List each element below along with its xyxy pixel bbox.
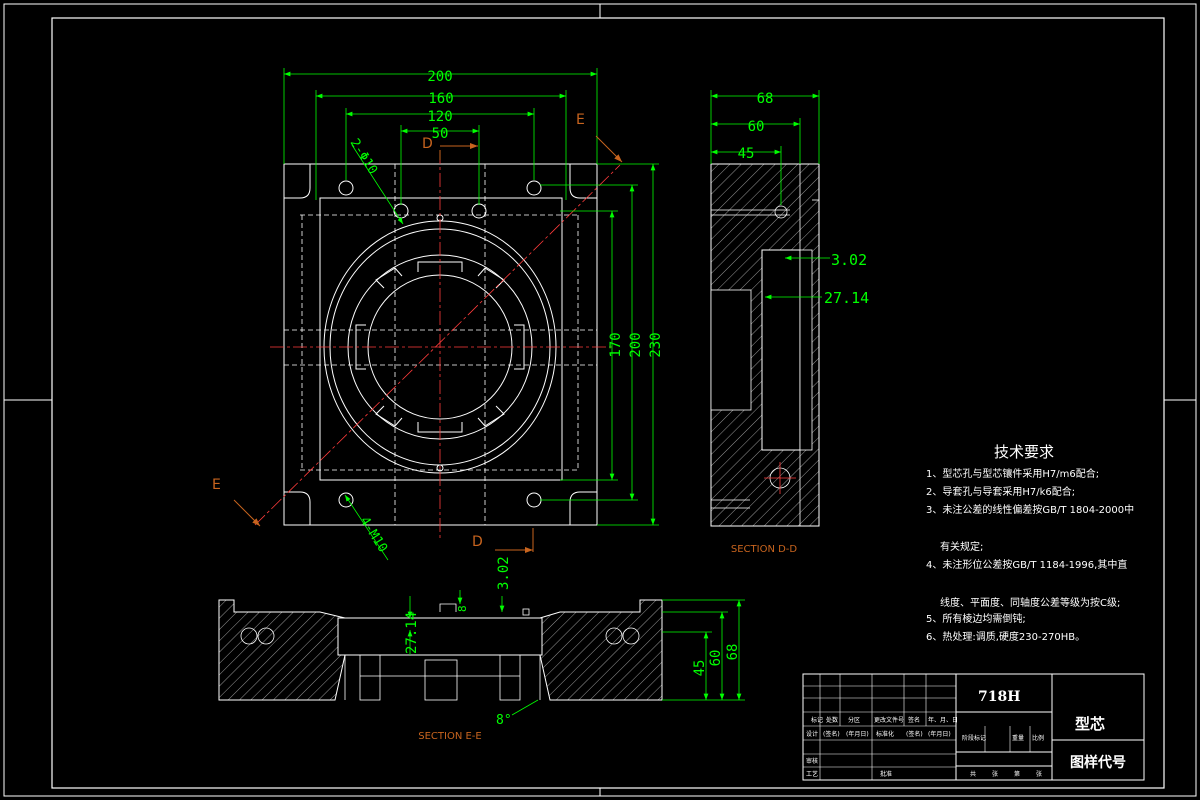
ee-dim-45: 45 bbox=[692, 660, 708, 677]
dd-dim-27-14: 27.14 bbox=[824, 289, 869, 307]
row-label: 签名 bbox=[908, 716, 920, 724]
design-label: (签名) bbox=[823, 730, 840, 738]
process-label: 工艺 bbox=[806, 770, 818, 778]
dd-dim-60: 60 bbox=[748, 119, 765, 135]
dd-dim-45: 45 bbox=[738, 146, 755, 162]
section-marker-e-bottom: E bbox=[212, 477, 221, 493]
title-block: 718H 型芯 图样代号 标记 处数 分区 更改文件号 签名 年、月、日 设计 … bbox=[802, 673, 1145, 781]
ee-dim-27-14: 27.14 bbox=[404, 612, 420, 654]
design-label: (签名) bbox=[906, 730, 923, 738]
dim-200-vertical: 200 bbox=[628, 332, 644, 357]
tech-req-line: 3、未注公差的线性偏差按GB/T 1804-2000中 bbox=[926, 503, 1134, 516]
section-dd-title: SECTION D-D bbox=[731, 544, 798, 555]
cad-drawing: 200 160 120 50 2-Φ10 4-M10 170 200 230 D… bbox=[3, 3, 1197, 797]
ee-dim-angle: 8° bbox=[496, 713, 512, 728]
tech-req-line: 4、未注形位公差按GB/T 1184-1996,其中直 bbox=[926, 558, 1127, 571]
section-marker-d-bottom: D bbox=[472, 534, 483, 550]
section-marker-e-top: E bbox=[576, 112, 585, 128]
dim-4-m10: 4-M10 bbox=[357, 514, 390, 555]
row-label: 处数 bbox=[826, 716, 838, 724]
part-name: 型芯 bbox=[1075, 715, 1105, 733]
dim-230: 230 bbox=[648, 332, 664, 357]
check-label: 审核 bbox=[806, 757, 818, 765]
top-view: 200 160 120 50 2-Φ10 4-M10 170 200 230 D… bbox=[212, 68, 664, 561]
sheet-label: 张 bbox=[992, 770, 998, 778]
ee-dim-60: 60 bbox=[708, 650, 724, 667]
dim-50: 50 bbox=[432, 126, 449, 142]
stage-label: 阶段标记 bbox=[962, 734, 986, 742]
design-label: (年月日) bbox=[928, 730, 951, 738]
row-label: 年、月、日 bbox=[928, 716, 958, 724]
sheet-label: 张 bbox=[1036, 770, 1042, 778]
sheet-label: 共 bbox=[970, 770, 976, 778]
row-label: 标记 bbox=[811, 716, 823, 724]
tech-req-line: 1、型芯孔与型芯镶件采用H7/m6配合; bbox=[926, 467, 1099, 480]
dim-200: 200 bbox=[427, 69, 452, 85]
drawing-code: 图样代号 bbox=[1070, 754, 1126, 771]
approve-label: 批准 bbox=[880, 770, 892, 778]
tech-req-line: 5、所有棱边均需倒钝; bbox=[926, 612, 1026, 625]
section-ee-view: 27.14 3.02 8 45 60 68 8° SECTION E-E bbox=[218, 556, 745, 742]
design-label: (年月日) bbox=[846, 730, 869, 738]
dim-2-phi10: 2-Φ10 bbox=[347, 136, 380, 177]
stage-label: 比例 bbox=[1032, 734, 1044, 742]
section-marker-d-top: D bbox=[422, 136, 433, 152]
row-label: 分区 bbox=[848, 716, 860, 724]
design-label: 标准化 bbox=[876, 730, 894, 738]
dd-dim-68: 68 bbox=[757, 91, 774, 107]
dd-dim-3-02: 3.02 bbox=[831, 251, 867, 269]
ee-dim-68: 68 bbox=[725, 644, 741, 661]
ee-dim-3-02: 3.02 bbox=[496, 556, 512, 590]
dim-120: 120 bbox=[427, 109, 452, 125]
technical-requirements: 技术要求 1、型芯孔与型芯镶件采用H7/m6配合; 2、导套孔与导套采用H7/k… bbox=[926, 443, 1134, 643]
tech-req-line: 线度、平面度、同轴度公差等级为按C级; bbox=[940, 596, 1120, 609]
tech-req-line: 有关规定; bbox=[940, 540, 983, 553]
section-dd-view: 68 60 45 3.02 27.14 SECTION D-D bbox=[710, 90, 869, 555]
material-label: 718H bbox=[978, 689, 1020, 705]
section-ee-title: SECTION E-E bbox=[418, 731, 481, 742]
design-label: 设计 bbox=[806, 730, 818, 738]
tech-req-title: 技术要求 bbox=[994, 443, 1054, 461]
sheet-label: 第 bbox=[1014, 770, 1020, 778]
tech-req-line: 6、热处理:调质,硬度230-270HB。 bbox=[926, 630, 1085, 643]
dim-170: 170 bbox=[608, 332, 624, 357]
dim-160: 160 bbox=[428, 91, 453, 107]
stage-label: 重量 bbox=[1012, 734, 1024, 742]
ee-dim-small: 8 bbox=[456, 605, 469, 612]
tech-req-line: 2、导套孔与导套采用H7/k6配合; bbox=[926, 485, 1075, 498]
row-label: 更改文件号 bbox=[874, 716, 904, 724]
